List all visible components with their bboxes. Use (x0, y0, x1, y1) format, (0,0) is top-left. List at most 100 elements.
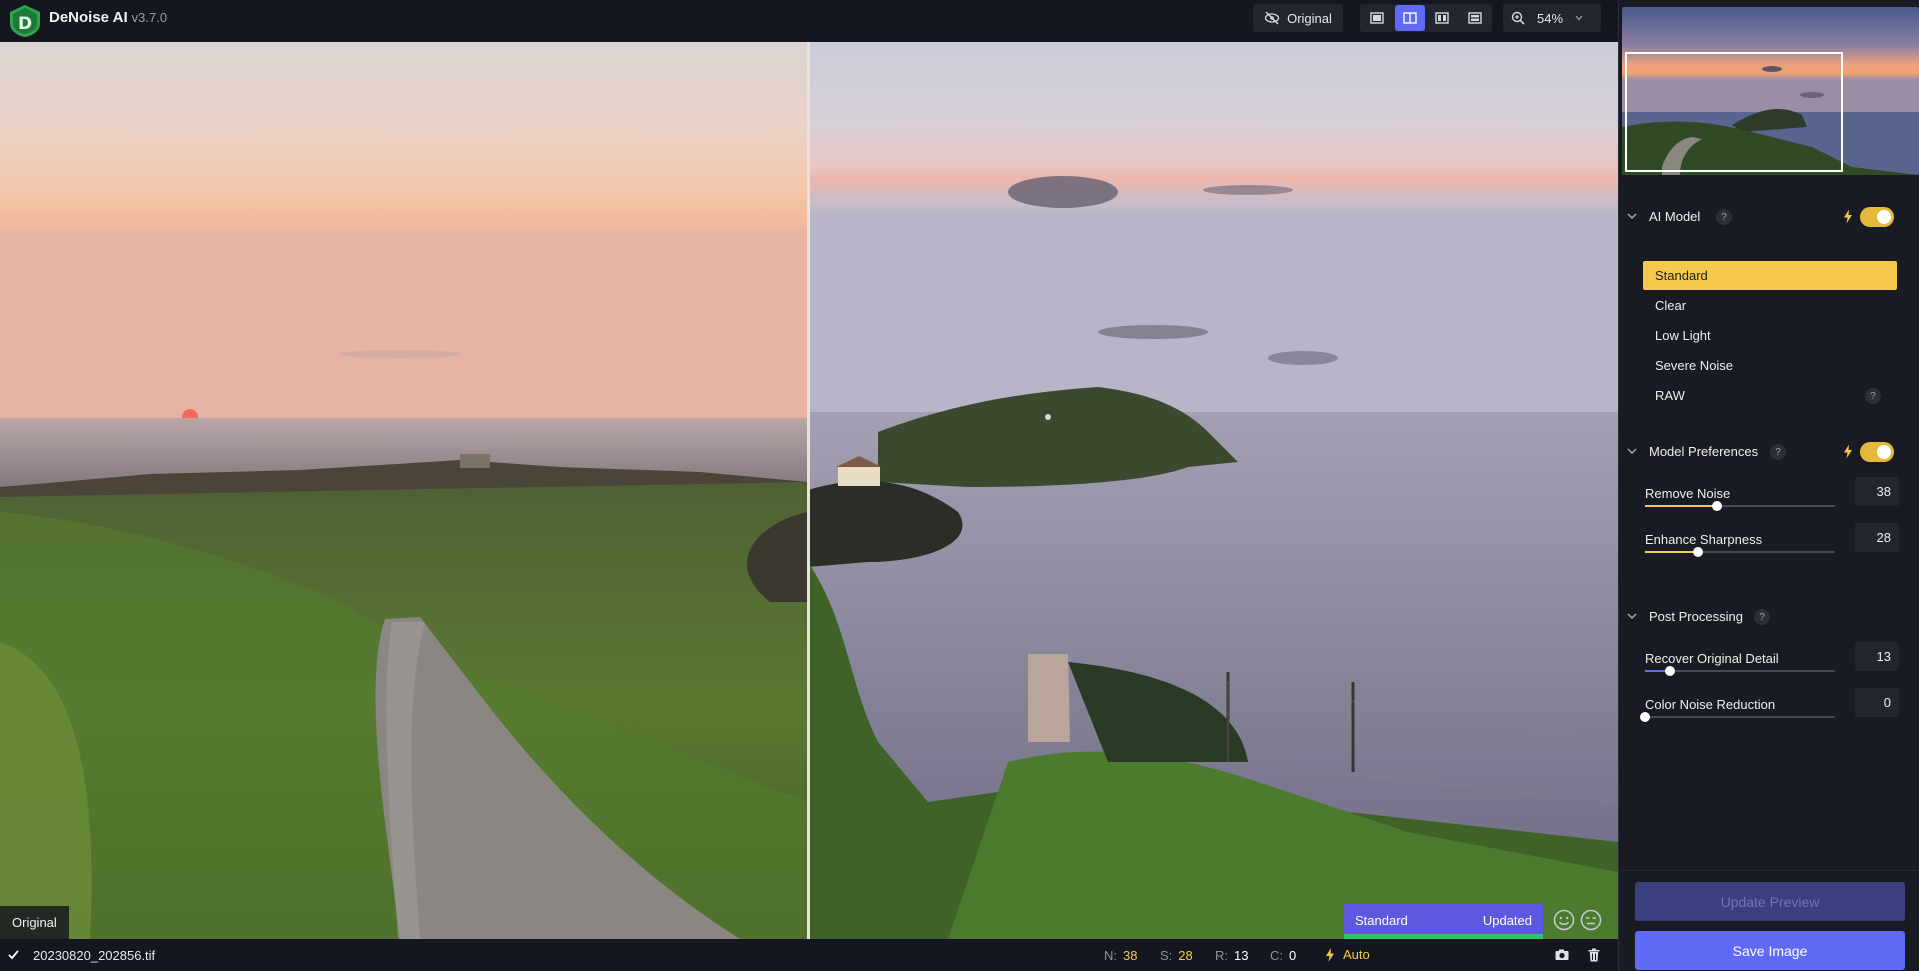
image-preview[interactable]: Original Standard Updated (0, 42, 1618, 939)
recover-detail-track[interactable] (1645, 666, 1835, 676)
side-by-side-view-button[interactable] (1427, 5, 1458, 31)
trash-icon[interactable] (1586, 947, 1602, 963)
denoise-logo-icon: D (10, 5, 40, 37)
show-original-label: Original (1287, 10, 1332, 26)
comparison-view-button[interactable] (1460, 5, 1491, 31)
model-option-clear[interactable]: Clear (1643, 291, 1897, 320)
ai-model-auto-toggle[interactable] (1860, 207, 1894, 227)
stat-noise-value: 38 (1123, 948, 1138, 963)
chevron-down-icon[interactable] (1626, 610, 1638, 622)
stat-color-value: 0 (1289, 948, 1297, 963)
denoised-image (808, 42, 1618, 939)
ai-model-help-icon[interactable]: ? (1716, 209, 1732, 225)
enhance-sharpness-slider: Enhance Sharpness 28 (1645, 523, 1910, 572)
chevron-down-icon[interactable] (1626, 445, 1638, 457)
svg-text:D: D (18, 14, 32, 34)
split-view-icon (1403, 12, 1417, 24)
stat-color-key: C: (1270, 948, 1283, 963)
model-status-badge: Standard Updated (1344, 904, 1543, 939)
panel-divider (1619, 870, 1919, 871)
show-original-button[interactable]: Original (1253, 4, 1343, 32)
navigator-viewport-frame[interactable] (1625, 52, 1843, 172)
smile-face-icon[interactable] (1552, 908, 1576, 932)
color-noise-slider: Color Noise Reduction 0 (1640, 688, 1910, 737)
app-name: DeNoise AI (49, 9, 128, 26)
single-view-button[interactable] (1362, 5, 1393, 31)
recover-detail-value[interactable]: 13 (1855, 642, 1899, 671)
remove-noise-thumb[interactable] (1712, 501, 1723, 511)
remove-noise-label: Remove Noise (1645, 486, 1731, 501)
post-processing-title: Post Processing (1649, 609, 1743, 624)
stat-recover-value: 13 (1234, 948, 1249, 963)
stat-sharpness: S: 28 (1160, 948, 1193, 963)
neutral-face-icon[interactable] (1579, 908, 1603, 932)
top-bar: D DeNoise AI v3.7.0 Original 54% (0, 0, 1618, 42)
side-by-side-icon (1435, 12, 1449, 24)
model-option-raw[interactable]: RAW (1643, 381, 1897, 410)
file-name: 20230820_202856.tif (33, 948, 156, 963)
model-status-state: Updated (1482, 913, 1532, 928)
enhance-sharpness-value[interactable]: 28 (1855, 523, 1899, 552)
chevron-down-icon (1575, 15, 1583, 21)
color-noise-value[interactable]: 0 (1855, 688, 1899, 717)
settings-panel: AI Model ? Standard Clear Low Light Seve… (1618, 0, 1919, 971)
post-processing-section-header: Post Processing ? (1619, 605, 1919, 629)
model-preferences-help-icon[interactable]: ? (1770, 444, 1786, 460)
model-status-name: Standard (1355, 913, 1408, 928)
ai-model-section-header: AI Model ? (1619, 205, 1919, 229)
model-option-standard[interactable]: Standard (1643, 261, 1897, 290)
lightning-icon (1844, 209, 1852, 224)
comparison-view-icon (1468, 12, 1482, 24)
remove-noise-fill (1645, 505, 1718, 507)
stat-color: C: 0 (1270, 948, 1296, 963)
auto-mode-indicator[interactable]: Auto (1325, 947, 1370, 962)
model-preferences-title: Model Preferences (1649, 444, 1759, 459)
stat-sharpness-key: S: (1160, 948, 1173, 963)
remove-noise-slider: Remove Noise 38 (1645, 477, 1910, 526)
auto-mode-label: Auto (1343, 947, 1370, 962)
color-noise-track[interactable] (1640, 712, 1835, 722)
remove-noise-value[interactable]: 38 (1855, 477, 1899, 506)
color-noise-label: Color Noise Reduction (1645, 697, 1776, 712)
lightning-icon (1326, 947, 1334, 962)
recover-detail-label: Recover Original Detail (1645, 651, 1779, 666)
original-image (0, 42, 808, 939)
update-preview-button[interactable]: Update Preview (1635, 882, 1905, 921)
recover-detail-thumb[interactable] (1664, 666, 1675, 676)
zoom-in-icon (1511, 11, 1525, 25)
chevron-down-icon[interactable] (1626, 210, 1638, 222)
model-preferences-section-header: Model Preferences ? (1619, 440, 1919, 464)
status-bar: 20230820_202856.tif N: 38 S: 28 R: 13 C: 0 A… (0, 939, 1618, 971)
original-image-label: Original (0, 906, 69, 939)
split-divider-handle[interactable] (807, 42, 810, 939)
enhance-sharpness-label: Enhance Sharpness (1645, 532, 1763, 547)
model-preferences-auto-toggle[interactable] (1860, 442, 1894, 462)
app-title: DeNoise AI v3.7.0 (49, 9, 167, 26)
zoom-value: 54% (1537, 10, 1564, 26)
color-noise-thumb[interactable] (1640, 712, 1650, 722)
model-option-severe-noise[interactable]: Severe Noise (1643, 351, 1897, 380)
model-option-low-light[interactable]: Low Light (1643, 321, 1897, 350)
stat-sharpness-value: 28 (1178, 948, 1193, 963)
raw-help-icon[interactable]: ? (1865, 388, 1881, 404)
recover-detail-slider: Recover Original Detail 13 (1645, 642, 1910, 691)
eye-off-icon (1264, 11, 1280, 25)
lightning-icon (1844, 444, 1852, 459)
ai-model-title: AI Model (1649, 209, 1701, 224)
remove-noise-track[interactable] (1645, 501, 1835, 511)
stat-recover: R: 13 (1215, 948, 1248, 963)
post-processing-help-icon[interactable]: ? (1754, 609, 1770, 625)
view-mode-group (1360, 4, 1492, 32)
navigator-thumbnail[interactable] (1622, 7, 1919, 175)
camera-icon[interactable] (1554, 947, 1570, 963)
stat-noise: N: 38 (1104, 948, 1137, 963)
single-view-icon (1370, 12, 1384, 24)
enhance-sharpness-thumb[interactable] (1693, 547, 1704, 557)
check-icon (8, 950, 19, 960)
enhance-sharpness-track[interactable] (1645, 547, 1835, 557)
stat-noise-key: N: (1104, 948, 1117, 963)
save-image-button[interactable]: Save Image (1635, 931, 1905, 970)
stat-recover-key: R: (1215, 948, 1228, 963)
split-view-button[interactable] (1394, 5, 1425, 31)
zoom-control[interactable]: 54% (1503, 4, 1601, 32)
